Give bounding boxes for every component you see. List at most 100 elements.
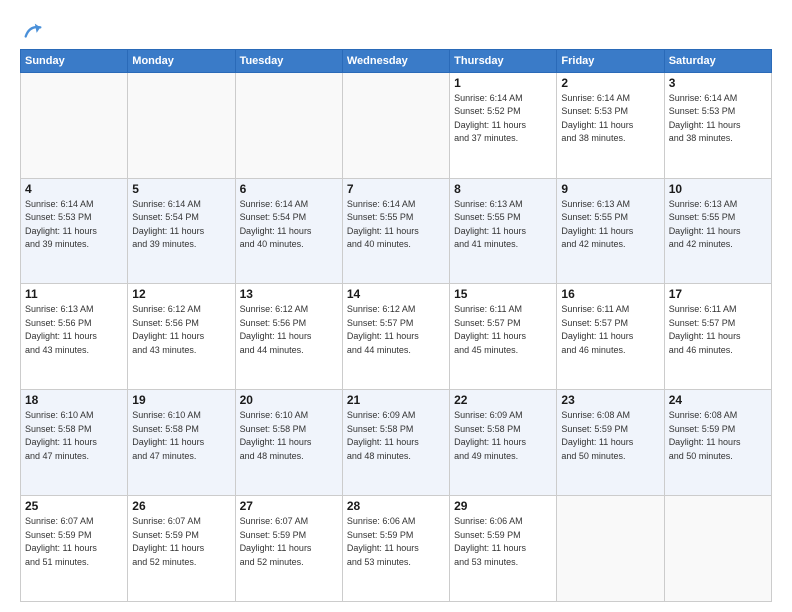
day-number: 10 [669, 182, 767, 196]
day-info: Sunrise: 6:14 AM Sunset: 5:53 PM Dayligh… [561, 92, 659, 146]
page: SundayMondayTuesdayWednesdayThursdayFrid… [0, 0, 792, 612]
day-info: Sunrise: 6:13 AM Sunset: 5:55 PM Dayligh… [454, 198, 552, 252]
day-info: Sunrise: 6:13 AM Sunset: 5:55 PM Dayligh… [669, 198, 767, 252]
calendar-cell: 23 Sunrise: 6:08 AM Sunset: 5:59 PM Dayli… [557, 390, 664, 496]
calendar-cell: 14 Sunrise: 6:12 AM Sunset: 5:57 PM Dayli… [342, 284, 449, 390]
day-info: Sunrise: 6:06 AM Sunset: 5:59 PM Dayligh… [347, 515, 445, 569]
logo [20, 20, 44, 43]
day-info: Sunrise: 6:07 AM Sunset: 5:59 PM Dayligh… [25, 515, 123, 569]
calendar-cell: 19Sunrise: 6:10 AM Sunset: 5:58 PM Dayli… [128, 390, 235, 496]
calendar-cell [128, 72, 235, 178]
calendar-cell: 21 Sunrise: 6:09 AM Sunset: 5:58 PM Dayli… [342, 390, 449, 496]
calendar-cell: 13 Sunrise: 6:12 AM Sunset: 5:56 PM Dayli… [235, 284, 342, 390]
day-info: Sunrise: 6:09 AM Sunset: 5:58 PM Dayligh… [347, 409, 445, 463]
day-number: 4 [25, 182, 123, 196]
day-number: 8 [454, 182, 552, 196]
calendar-cell: 1 Sunrise: 6:14 AM Sunset: 5:52 PM Daylig… [450, 72, 557, 178]
calendar-cell: 6 Sunrise: 6:14 AM Sunset: 5:54 PM Daylig… [235, 178, 342, 284]
day-number: 27 [240, 499, 338, 513]
day-info: Sunrise: 6:14 AM Sunset: 5:54 PM Dayligh… [132, 198, 230, 252]
col-header-thursday: Thursday [450, 49, 557, 72]
day-number: 6 [240, 182, 338, 196]
day-info: Sunrise: 6:12 AM Sunset: 5:56 PM Dayligh… [132, 303, 230, 357]
day-info: Sunrise: 6:10 AM Sunset: 5:58 PM Dayligh… [240, 409, 338, 463]
day-info: Sunrise: 6:06 AM Sunset: 5:59 PM Dayligh… [454, 515, 552, 569]
day-number: 25 [25, 499, 123, 513]
day-number: 21 [347, 393, 445, 407]
calendar-cell: 11 Sunrise: 6:13 AM Sunset: 5:56 PM Dayli… [21, 284, 128, 390]
day-info: Sunrise: 6:14 AM Sunset: 5:52 PM Dayligh… [454, 92, 552, 146]
calendar-cell: 24 Sunrise: 6:08 AM Sunset: 5:59 PM Dayli… [664, 390, 771, 496]
calendar-cell: 15Sunrise: 6:11 AM Sunset: 5:57 PM Dayli… [450, 284, 557, 390]
calendar-cell: 20Sunrise: 6:10 AM Sunset: 5:58 PM Dayli… [235, 390, 342, 496]
day-info: Sunrise: 6:13 AM Sunset: 5:56 PM Dayligh… [25, 303, 123, 357]
calendar-header-row: SundayMondayTuesdayWednesdayThursdayFrid… [21, 49, 772, 72]
logo-icon [22, 20, 44, 42]
day-number: 1 [454, 76, 552, 90]
calendar-cell: 27 Sunrise: 6:07 AM Sunset: 5:59 PM Dayli… [235, 496, 342, 602]
day-number: 12 [132, 287, 230, 301]
col-header-friday: Friday [557, 49, 664, 72]
col-header-saturday: Saturday [664, 49, 771, 72]
day-number: 17 [669, 287, 767, 301]
col-header-sunday: Sunday [21, 49, 128, 72]
day-info: Sunrise: 6:14 AM Sunset: 5:54 PM Dayligh… [240, 198, 338, 252]
day-number: 26 [132, 499, 230, 513]
calendar-cell: 5Sunrise: 6:14 AM Sunset: 5:54 PM Daylig… [128, 178, 235, 284]
day-info: Sunrise: 6:10 AM Sunset: 5:58 PM Dayligh… [25, 409, 123, 463]
calendar-table: SundayMondayTuesdayWednesdayThursdayFrid… [20, 49, 772, 602]
day-info: Sunrise: 6:14 AM Sunset: 5:53 PM Dayligh… [25, 198, 123, 252]
calendar-cell: 29 Sunrise: 6:06 AM Sunset: 5:59 PM Dayli… [450, 496, 557, 602]
week-row-2: 4 Sunrise: 6:14 AM Sunset: 5:53 PM Daylig… [21, 178, 772, 284]
day-number: 16 [561, 287, 659, 301]
calendar-cell: 12 Sunrise: 6:12 AM Sunset: 5:56 PM Dayli… [128, 284, 235, 390]
calendar-cell: 18 Sunrise: 6:10 AM Sunset: 5:58 PM Dayli… [21, 390, 128, 496]
day-info: Sunrise: 6:07 AM Sunset: 5:59 PM Dayligh… [132, 515, 230, 569]
day-info: Sunrise: 6:14 AM Sunset: 5:55 PM Dayligh… [347, 198, 445, 252]
day-info: Sunrise: 6:11 AM Sunset: 5:57 PM Dayligh… [454, 303, 552, 357]
calendar-cell [342, 72, 449, 178]
day-number: 18 [25, 393, 123, 407]
logo-text [20, 20, 44, 47]
day-number: 7 [347, 182, 445, 196]
week-row-5: 25 Sunrise: 6:07 AM Sunset: 5:59 PM Dayli… [21, 496, 772, 602]
day-info: Sunrise: 6:10 AM Sunset: 5:58 PM Dayligh… [132, 409, 230, 463]
day-info: Sunrise: 6:12 AM Sunset: 5:57 PM Dayligh… [347, 303, 445, 357]
calendar-cell [235, 72, 342, 178]
day-info: Sunrise: 6:14 AM Sunset: 5:53 PM Dayligh… [669, 92, 767, 146]
calendar-cell: 22 Sunrise: 6:09 AM Sunset: 5:58 PM Dayli… [450, 390, 557, 496]
day-number: 23 [561, 393, 659, 407]
calendar-cell: 28 Sunrise: 6:06 AM Sunset: 5:59 PM Dayli… [342, 496, 449, 602]
header [20, 16, 772, 43]
day-number: 14 [347, 287, 445, 301]
col-header-monday: Monday [128, 49, 235, 72]
day-info: Sunrise: 6:08 AM Sunset: 5:59 PM Dayligh… [669, 409, 767, 463]
day-info: Sunrise: 6:11 AM Sunset: 5:57 PM Dayligh… [561, 303, 659, 357]
calendar-cell: 17Sunrise: 6:11 AM Sunset: 5:57 PM Dayli… [664, 284, 771, 390]
day-number: 29 [454, 499, 552, 513]
calendar-cell: 8 Sunrise: 6:13 AM Sunset: 5:55 PM Daylig… [450, 178, 557, 284]
day-info: Sunrise: 6:09 AM Sunset: 5:58 PM Dayligh… [454, 409, 552, 463]
week-row-3: 11 Sunrise: 6:13 AM Sunset: 5:56 PM Dayli… [21, 284, 772, 390]
calendar-cell: 2 Sunrise: 6:14 AM Sunset: 5:53 PM Daylig… [557, 72, 664, 178]
calendar-cell [557, 496, 664, 602]
day-number: 22 [454, 393, 552, 407]
day-info: Sunrise: 6:12 AM Sunset: 5:56 PM Dayligh… [240, 303, 338, 357]
day-number: 13 [240, 287, 338, 301]
day-info: Sunrise: 6:13 AM Sunset: 5:55 PM Dayligh… [561, 198, 659, 252]
week-row-1: 1 Sunrise: 6:14 AM Sunset: 5:52 PM Daylig… [21, 72, 772, 178]
day-info: Sunrise: 6:07 AM Sunset: 5:59 PM Dayligh… [240, 515, 338, 569]
calendar-cell: 9Sunrise: 6:13 AM Sunset: 5:55 PM Daylig… [557, 178, 664, 284]
calendar-cell: 16 Sunrise: 6:11 AM Sunset: 5:57 PM Dayli… [557, 284, 664, 390]
day-info: Sunrise: 6:08 AM Sunset: 5:59 PM Dayligh… [561, 409, 659, 463]
col-header-wednesday: Wednesday [342, 49, 449, 72]
day-number: 3 [669, 76, 767, 90]
calendar-cell: 7 Sunrise: 6:14 AM Sunset: 5:55 PM Daylig… [342, 178, 449, 284]
calendar-cell [664, 496, 771, 602]
day-number: 2 [561, 76, 659, 90]
calendar-cell: 25 Sunrise: 6:07 AM Sunset: 5:59 PM Dayli… [21, 496, 128, 602]
day-number: 24 [669, 393, 767, 407]
col-header-tuesday: Tuesday [235, 49, 342, 72]
day-number: 11 [25, 287, 123, 301]
day-number: 28 [347, 499, 445, 513]
